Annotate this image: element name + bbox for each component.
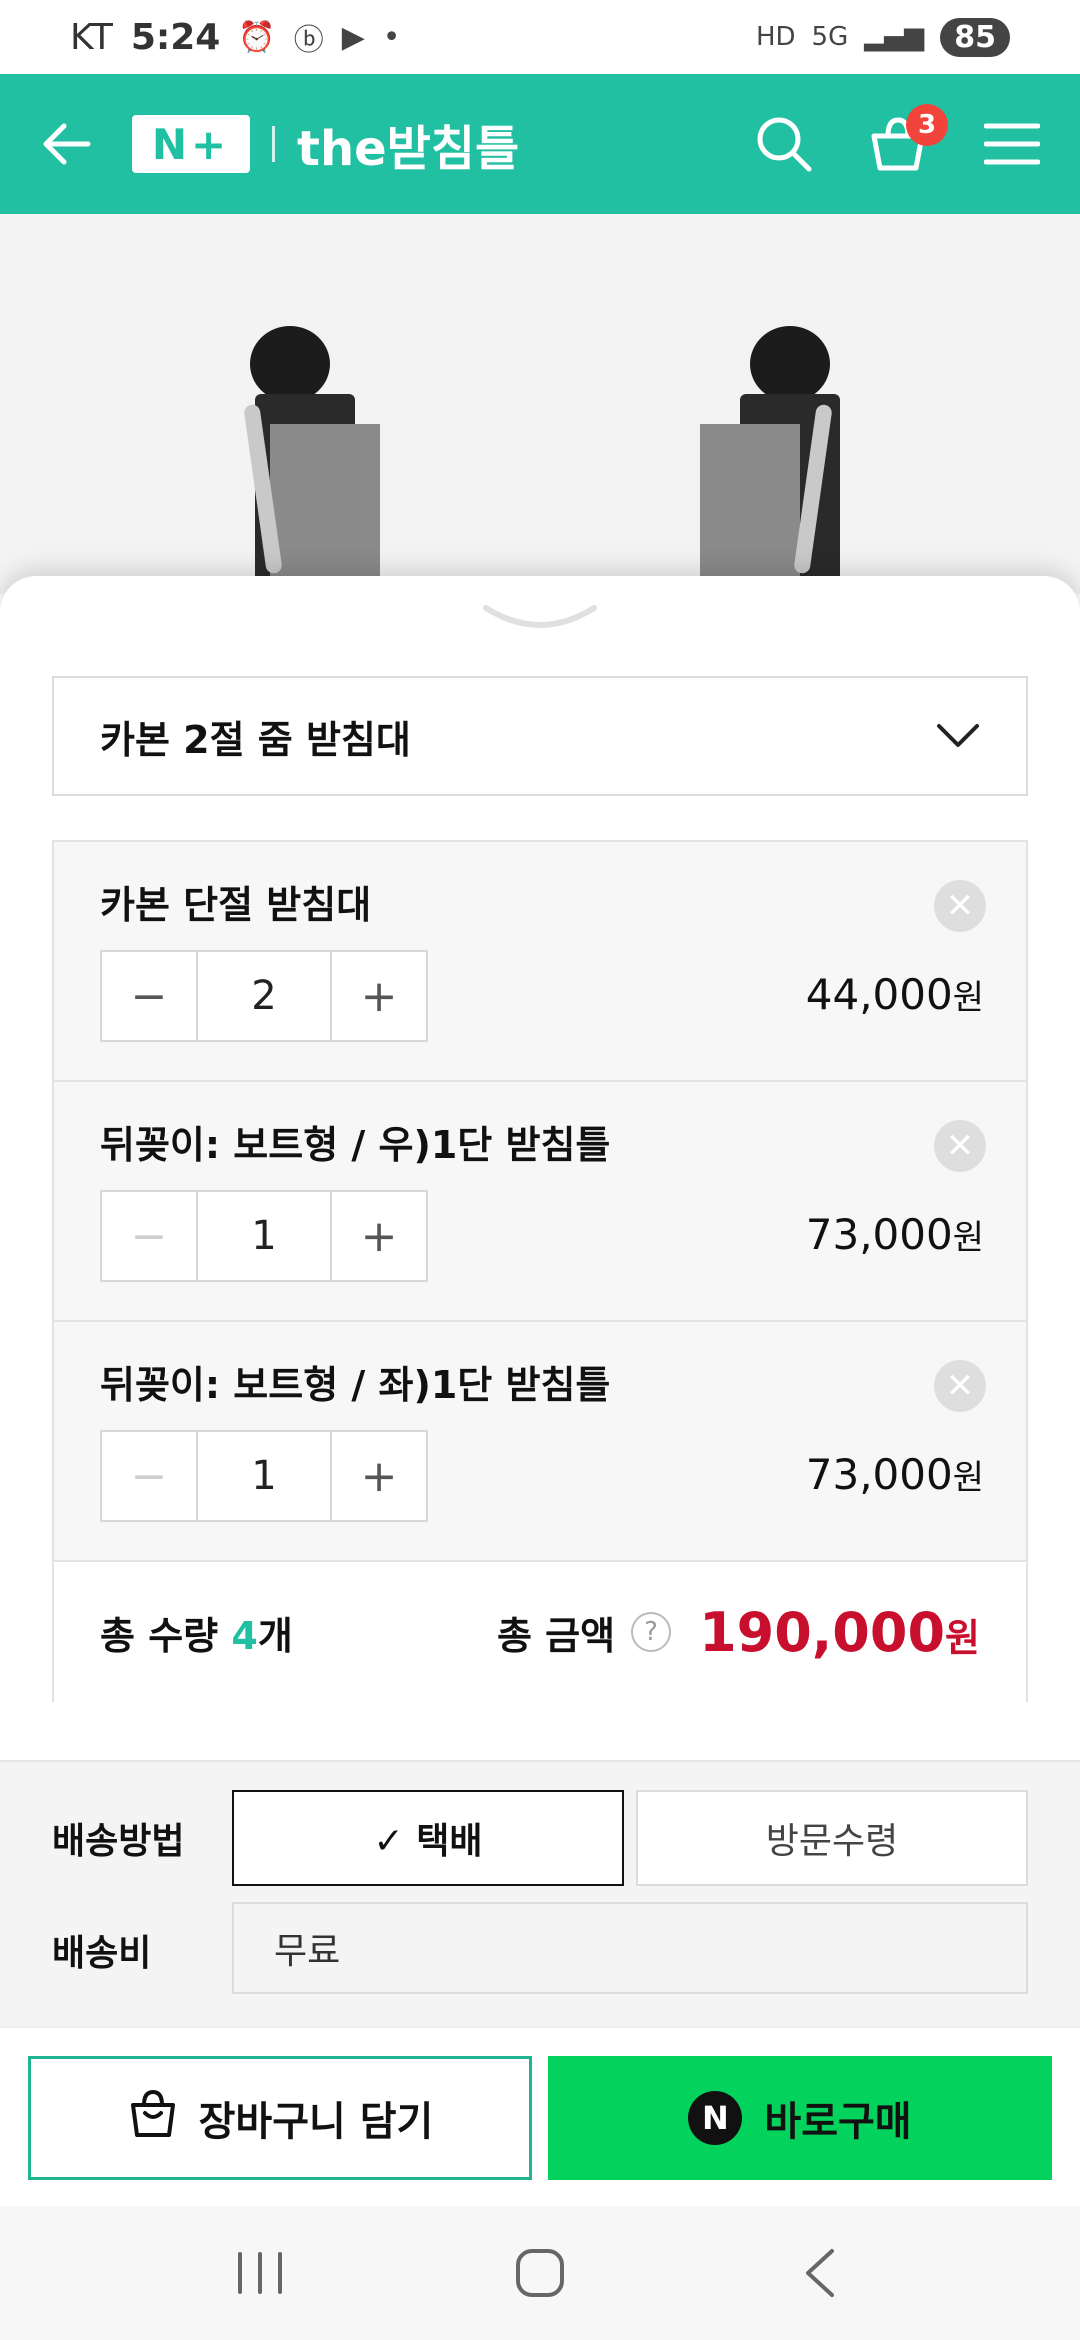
order-options-sheet: 카본 2절 줌 받침대 카본 단절 받침대 ✕ − 2 + 44,000원 뒤꽂… — [0, 576, 1080, 2050]
total-quantity-label: 총 수량 — [100, 1613, 219, 1658]
currency-label: 원 — [952, 1218, 984, 1258]
system-navigation-bar — [0, 2206, 1080, 2340]
remove-item-close-icon[interactable]: ✕ — [934, 1120, 986, 1172]
carrier-label: KT — [70, 16, 113, 58]
option-dropdown-value: 카본 2절 줌 받침대 — [100, 717, 411, 762]
shipping-option-pickup[interactable]: 방문수령 — [636, 1790, 1028, 1886]
buy-now-button[interactable]: N 바로구매 — [548, 2056, 1052, 2180]
total-quantity: 총 수량 4개 — [100, 1605, 293, 1660]
purchase-action-bar: 장바구니 담기 N 바로구매 — [0, 2026, 1080, 2206]
cart-count-badge: 3 — [906, 104, 948, 146]
nplus-logo: N+ — [132, 115, 250, 173]
quantity-value[interactable]: 1 — [196, 1432, 332, 1520]
item-price: 73,000원 — [806, 1210, 984, 1259]
total-currency: 원 — [945, 1615, 980, 1660]
brand-divider — [272, 126, 275, 162]
quantity-stepper: − 1 + — [100, 1430, 428, 1522]
shipping-section: 배송방법 ✓ 택배 방문수령 배송비 무료 — [0, 1760, 1080, 2030]
search-icon[interactable] — [752, 112, 816, 176]
decrease-qty-button[interactable]: − — [102, 1192, 196, 1280]
increase-qty-button[interactable]: + — [332, 1432, 426, 1520]
total-quantity-unit: 개 — [257, 1613, 293, 1658]
clock: 5:24 — [130, 16, 221, 58]
store-header: N+ the받침틀 3 — [0, 74, 1080, 214]
youtube-icon: ▶ — [341, 19, 365, 55]
item-price-value: 73,000 — [805, 1210, 953, 1259]
increase-qty-button[interactable]: + — [332, 952, 426, 1040]
dot-icon: • — [382, 19, 401, 55]
network-icon: 5G — [811, 22, 849, 52]
signal-icon: ▂▄▆ — [864, 22, 925, 52]
quantity-stepper: − 2 + — [100, 950, 428, 1042]
recent-apps-icon[interactable] — [220, 2233, 300, 2313]
item-name: 뒤꽂이: 보트형 / 우)1단 받침틀 — [100, 1123, 611, 1167]
alarm-icon: ⏰ — [238, 19, 276, 55]
selected-items-list: 카본 단절 받침대 ✕ − 2 + 44,000원 뒤꽂이: 보트형 / 우)1… — [52, 840, 1028, 1702]
add-to-cart-button[interactable]: 장바구니 담기 — [28, 2056, 532, 2180]
status-bar: KT 5:24 ⏰ ⓑ ▶ • HD 5G ▂▄▆ 85 — [0, 0, 1080, 74]
currency-label: 원 — [952, 1458, 984, 1498]
currency-label: 원 — [952, 978, 984, 1018]
selected-item: 카본 단절 받침대 ✕ − 2 + 44,000원 — [54, 842, 1026, 1082]
product-image — [0, 214, 1080, 594]
item-price-value: 44,000 — [805, 970, 953, 1019]
shopping-bag-icon — [127, 2087, 179, 2149]
battery-indicator: 85 — [940, 17, 1010, 57]
item-price-value: 73,000 — [805, 1450, 953, 1499]
cart-icon[interactable]: 3 — [866, 104, 948, 176]
total-amount: 190,000원 — [699, 1601, 980, 1664]
item-price: 44,000원 — [806, 970, 984, 1019]
store-name: the받침틀 — [297, 121, 520, 177]
buy-now-label: 바로구매 — [764, 2099, 912, 2145]
item-name: 카본 단절 받침대 — [100, 883, 372, 927]
b-icon: ⓑ — [293, 23, 324, 58]
home-icon[interactable] — [500, 2233, 580, 2313]
item-name: 뒤꽂이: 보트형 / 좌)1단 받침틀 — [100, 1363, 611, 1407]
remove-item-close-icon[interactable]: ✕ — [934, 880, 986, 932]
menu-icon[interactable] — [980, 112, 1044, 176]
decrease-qty-button[interactable]: − — [102, 1432, 196, 1520]
back-arrow-icon[interactable] — [36, 114, 96, 174]
item-price: 73,000원 — [806, 1450, 984, 1499]
naver-pay-icon: N — [688, 2091, 743, 2145]
selected-item: 뒤꽂이: 보트형 / 좌)1단 받침틀 ✕ − 1 + 73,000원 — [54, 1322, 1026, 1562]
total-amount-value: 190,000 — [699, 1600, 946, 1664]
back-icon[interactable] — [780, 2233, 860, 2313]
chevron-down-icon — [936, 714, 980, 758]
quantity-value[interactable]: 1 — [196, 1192, 332, 1280]
brand[interactable]: N+ the받침틀 — [132, 109, 519, 179]
remove-item-close-icon[interactable]: ✕ — [934, 1360, 986, 1412]
shipping-fee-label: 배송비 — [52, 1933, 152, 1974]
shipping-option-delivery[interactable]: ✓ 택배 — [232, 1790, 624, 1886]
increase-qty-button[interactable]: + — [332, 1192, 426, 1280]
decrease-qty-button[interactable]: − — [102, 952, 196, 1040]
quantity-stepper: − 1 + — [100, 1190, 428, 1282]
add-to-cart-label: 장바구니 담기 — [198, 2099, 434, 2145]
shipping-fee-value: 무료 — [232, 1902, 1028, 1994]
help-question-icon[interactable]: ? — [631, 1612, 672, 1652]
total-quantity-value: 4 — [231, 1613, 258, 1658]
hd-icon: HD — [755, 22, 796, 52]
order-total: 총 수량 4개 총 금액 ? 190,000원 — [54, 1562, 1026, 1702]
sheet-collapse-handle-icon[interactable] — [480, 602, 600, 642]
shipping-method-label: 배송방법 — [52, 1821, 185, 1862]
quantity-value[interactable]: 2 — [196, 952, 332, 1040]
total-amount-label: 총 금액 — [496, 1613, 616, 1658]
option-dropdown[interactable]: 카본 2절 줌 받침대 — [52, 676, 1028, 796]
selected-item: 뒤꽂이: 보트형 / 우)1단 받침틀 ✕ − 1 + 73,000원 — [54, 1082, 1026, 1322]
